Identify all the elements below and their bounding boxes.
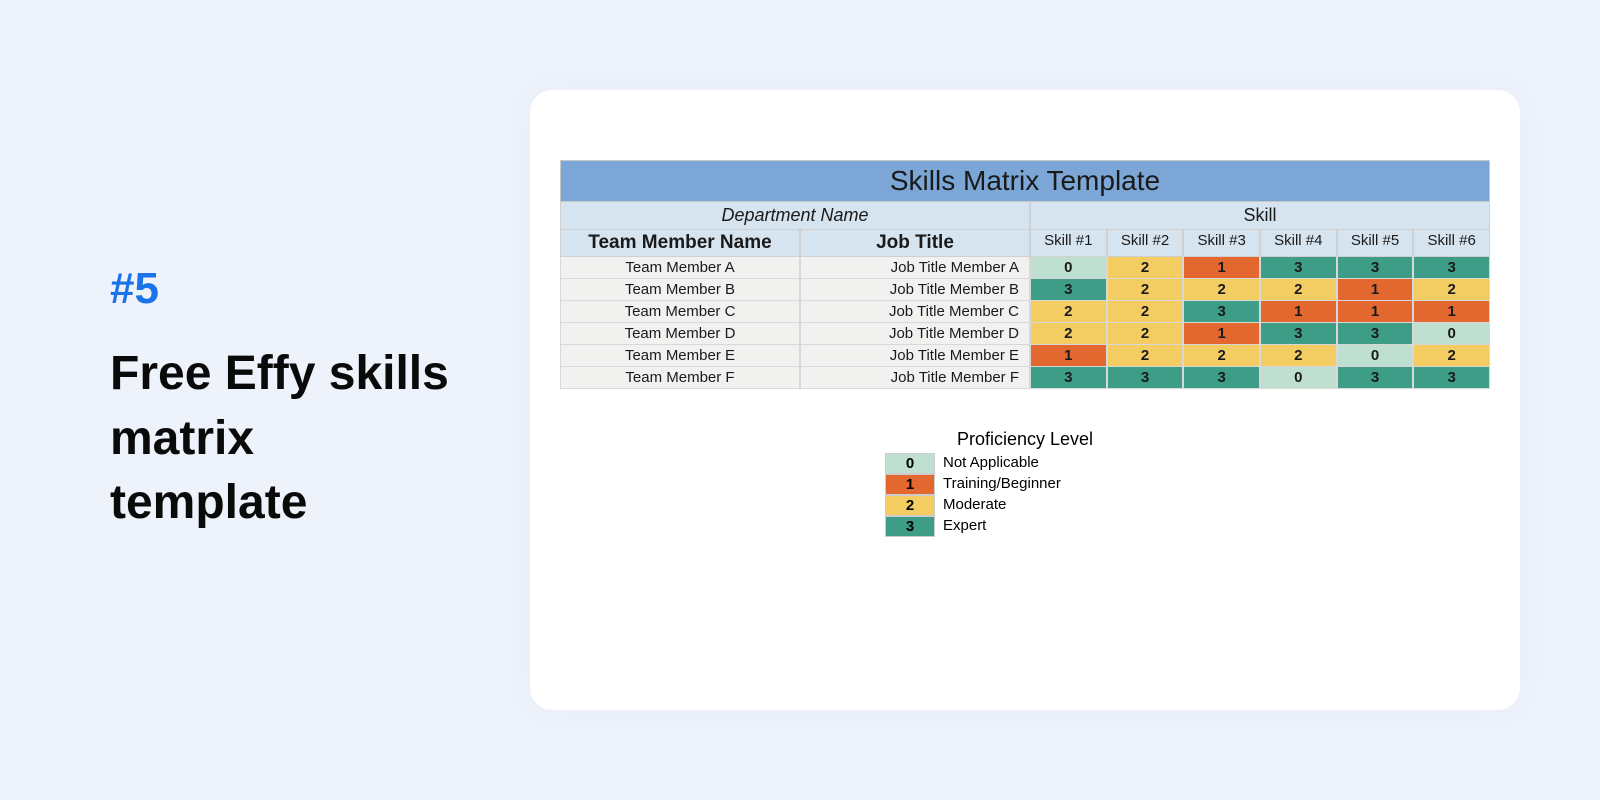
legend-swatch: 3 bbox=[885, 516, 935, 537]
skill-value: 1 bbox=[1413, 301, 1490, 323]
table-row: Team Member FJob Title Member F333033 bbox=[560, 367, 1490, 389]
legend-swatch: 0 bbox=[885, 453, 935, 474]
sheet-title: Skills Matrix Template bbox=[560, 160, 1490, 202]
skill-value: 2 bbox=[1107, 323, 1184, 345]
skill-column-header: Skill #6 bbox=[1413, 230, 1490, 257]
skill-column-header: Skill #2 bbox=[1107, 230, 1184, 257]
skill-value: 1 bbox=[1337, 301, 1414, 323]
skill-value: 3 bbox=[1260, 257, 1337, 279]
skill-value: 0 bbox=[1030, 257, 1107, 279]
legend-row: 2Moderate bbox=[885, 495, 1165, 516]
member-name: Team Member B bbox=[560, 279, 800, 301]
job-title: Job Title Member F bbox=[800, 367, 1030, 389]
skill-value: 3 bbox=[1030, 367, 1107, 389]
item-number: #5 bbox=[110, 264, 450, 314]
skills-matrix-sheet: Skills Matrix Template Department Name S… bbox=[560, 160, 1490, 389]
member-name: Team Member C bbox=[560, 301, 800, 323]
table-row: Team Member DJob Title Member D221330 bbox=[560, 323, 1490, 345]
legend-swatch: 2 bbox=[885, 495, 935, 516]
legend-swatch: 1 bbox=[885, 474, 935, 495]
skill-column-header: Skill #1 bbox=[1030, 230, 1107, 257]
legend-label: Expert bbox=[935, 516, 1165, 537]
skill-value: 2 bbox=[1183, 345, 1260, 367]
legend-row: 1Training/Beginner bbox=[885, 474, 1165, 495]
skill-value: 1 bbox=[1260, 301, 1337, 323]
skill-value: 3 bbox=[1107, 367, 1184, 389]
skill-value: 2 bbox=[1107, 301, 1184, 323]
skill-value: 3 bbox=[1337, 257, 1414, 279]
team-member-header: Team Member Name bbox=[560, 230, 800, 257]
skill-value: 2 bbox=[1107, 257, 1184, 279]
skill-value: 2 bbox=[1260, 279, 1337, 301]
skill-value: 2 bbox=[1107, 279, 1184, 301]
legend-title: Proficiency Level bbox=[885, 429, 1165, 450]
skill-column-header: Skill #3 bbox=[1183, 230, 1260, 257]
skill-value: 2 bbox=[1107, 345, 1184, 367]
skill-value: 1 bbox=[1337, 279, 1414, 301]
member-name: Team Member D bbox=[560, 323, 800, 345]
skill-value: 3 bbox=[1260, 323, 1337, 345]
member-name: Team Member E bbox=[560, 345, 800, 367]
skill-value: 0 bbox=[1413, 323, 1490, 345]
proficiency-legend: Proficiency Level 0Not Applicable1Traini… bbox=[885, 429, 1165, 537]
skill-value: 3 bbox=[1183, 301, 1260, 323]
job-title: Job Title Member E bbox=[800, 345, 1030, 367]
skill-value: 1 bbox=[1030, 345, 1107, 367]
table-row: Team Member BJob Title Member B322212 bbox=[560, 279, 1490, 301]
member-name: Team Member A bbox=[560, 257, 800, 279]
skill-value: 2 bbox=[1413, 345, 1490, 367]
skill-value: 3 bbox=[1337, 323, 1414, 345]
member-name: Team Member F bbox=[560, 367, 800, 389]
job-title: Job Title Member A bbox=[800, 257, 1030, 279]
legend-label: Training/Beginner bbox=[935, 474, 1165, 495]
skill-value: 2 bbox=[1260, 345, 1337, 367]
skill-column-header: Skill #4 bbox=[1260, 230, 1337, 257]
skill-value: 1 bbox=[1183, 323, 1260, 345]
template-card: Skills Matrix Template Department Name S… bbox=[530, 90, 1520, 710]
table-row: Team Member CJob Title Member C223111 bbox=[560, 301, 1490, 323]
legend-row: 3Expert bbox=[885, 516, 1165, 537]
legend-label: Not Applicable bbox=[935, 453, 1165, 474]
skill-value: 3 bbox=[1337, 367, 1414, 389]
job-title-header: Job Title bbox=[800, 230, 1030, 257]
department-header: Department Name bbox=[560, 202, 1030, 230]
skill-column-header: Skill #5 bbox=[1337, 230, 1414, 257]
job-title: Job Title Member D bbox=[800, 323, 1030, 345]
skill-value: 3 bbox=[1413, 367, 1490, 389]
skill-value: 3 bbox=[1413, 257, 1490, 279]
skill-value: 2 bbox=[1030, 301, 1107, 323]
skill-value: 3 bbox=[1030, 279, 1107, 301]
job-title: Job Title Member C bbox=[800, 301, 1030, 323]
legend-label: Moderate bbox=[935, 495, 1165, 516]
table-row: Team Member EJob Title Member E122202 bbox=[560, 345, 1490, 367]
legend-row: 0Not Applicable bbox=[885, 453, 1165, 474]
skill-value: 3 bbox=[1183, 367, 1260, 389]
job-title: Job Title Member B bbox=[800, 279, 1030, 301]
skill-value: 0 bbox=[1337, 345, 1414, 367]
skill-value: 2 bbox=[1030, 323, 1107, 345]
skill-value: 2 bbox=[1413, 279, 1490, 301]
item-title: Free Effy skills matrix template bbox=[110, 342, 450, 536]
skill-value: 0 bbox=[1260, 367, 1337, 389]
skill-value: 2 bbox=[1183, 279, 1260, 301]
skill-group-header: Skill bbox=[1030, 202, 1490, 230]
left-panel: #5 Free Effy skills matrix template bbox=[110, 264, 450, 536]
skill-value: 1 bbox=[1183, 257, 1260, 279]
table-row: Team Member AJob Title Member A021333 bbox=[560, 257, 1490, 279]
